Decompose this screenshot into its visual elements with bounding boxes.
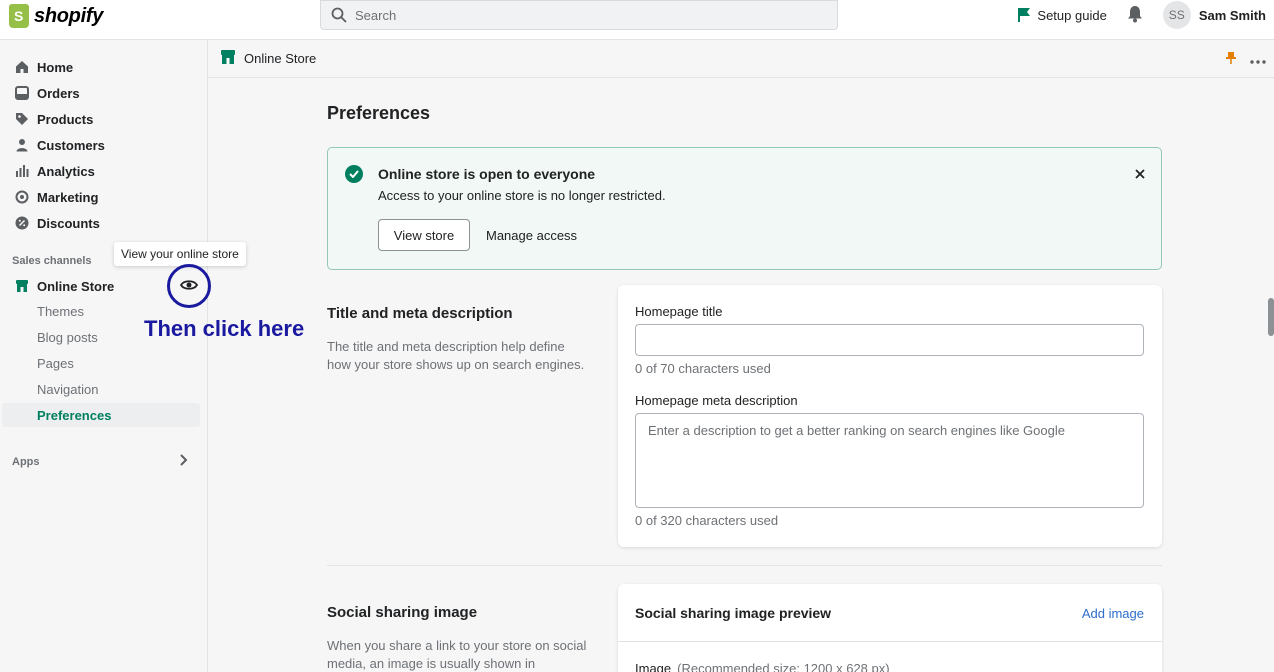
logo-text: shopify xyxy=(34,4,104,27)
meta-description-help: 0 of 320 characters used xyxy=(635,513,779,528)
sidebar-item-orders[interactable]: Orders xyxy=(0,80,200,106)
meta-section-description: The title and meta description help defi… xyxy=(327,339,585,372)
social-preview-title: Social sharing image preview xyxy=(635,605,832,621)
more-options-icon[interactable] xyxy=(1250,52,1266,67)
social-preview-card: Social sharing image preview Add image I… xyxy=(618,584,1162,672)
bar-chart-icon xyxy=(14,163,30,179)
social-section-title: Social sharing image xyxy=(327,604,478,621)
sidebar-item-label: Marketing xyxy=(37,189,99,205)
banner-message: Access to your online store is no longer… xyxy=(378,188,666,203)
user-name[interactable]: Sam Smith xyxy=(1199,8,1266,23)
scrollbar-handle[interactable] xyxy=(1268,298,1274,336)
sidebar-item-navigation[interactable]: Navigation xyxy=(0,377,200,401)
manage-access-button[interactable]: Manage access xyxy=(486,219,577,251)
meta-card: Homepage title 0 of 70 characters used H… xyxy=(618,285,1162,547)
search-input[interactable]: Search xyxy=(320,0,838,30)
sidebar-item-label: Online Store xyxy=(37,278,115,294)
notifications-button[interactable] xyxy=(1127,5,1143,26)
discount-icon xyxy=(14,215,30,231)
pin-icon[interactable] xyxy=(1226,51,1236,68)
home-icon xyxy=(14,59,30,75)
sidebar-item-label: Orders xyxy=(37,85,80,101)
close-icon[interactable] xyxy=(1135,166,1145,184)
social-section-description: When you share a link to your store on s… xyxy=(327,638,587,671)
meta-description-label: Homepage meta description xyxy=(635,393,798,408)
orders-icon xyxy=(14,85,30,101)
search-icon xyxy=(331,7,347,23)
sidebar-item-customers[interactable]: Customers xyxy=(0,132,200,158)
page-header-title: Online Store xyxy=(244,51,317,66)
checkmark-icon xyxy=(345,165,363,183)
tag-icon xyxy=(14,111,30,127)
meta-section-title: Title and meta description xyxy=(327,305,513,322)
sidebar-item-marketing[interactable]: Marketing xyxy=(0,184,200,210)
sales-channels-label: Sales channels xyxy=(12,255,92,267)
banner-title: Online store is open to everyone xyxy=(378,166,596,182)
sidebar-item-preferences[interactable]: Preferences xyxy=(2,403,200,427)
meta-description-placeholder: Enter a description to get a better rank… xyxy=(648,423,1065,438)
apps-label: Apps xyxy=(12,456,40,468)
success-banner: Online store is open to everyone Access … xyxy=(327,147,1162,270)
chevron-right-icon[interactable] xyxy=(178,453,190,470)
meta-description-field[interactable]: Enter a description to get a better rank… xyxy=(635,413,1144,508)
person-icon xyxy=(14,137,30,153)
page-header-bar: Online Store xyxy=(208,40,1274,78)
section-divider xyxy=(327,565,1162,566)
sidebar-item-label: Products xyxy=(37,111,94,127)
sidebar-item-label: Customers xyxy=(37,137,105,153)
sidebar-item-products[interactable]: Products xyxy=(0,106,200,132)
setup-guide-label: Setup guide xyxy=(1037,7,1107,23)
page-title: Preferences xyxy=(327,103,431,123)
homepage-title-label: Homepage title xyxy=(635,304,723,319)
eye-icon[interactable] xyxy=(179,279,199,294)
card-divider xyxy=(618,641,1162,642)
annotation-circle xyxy=(167,264,211,308)
shopify-logo[interactable]: shopify xyxy=(9,4,103,28)
shopify-bag-icon xyxy=(9,4,29,28)
annotation-text: Then click here xyxy=(144,316,305,341)
image-recommended-size: (Recommended size: 1200 x 628 px) xyxy=(677,661,890,672)
add-image-link[interactable]: Add image xyxy=(1082,606,1144,621)
store-icon xyxy=(220,49,236,68)
top-bar: shopify Search Setup guide SS Sam Smith xyxy=(0,0,1274,40)
avatar[interactable]: SS xyxy=(1162,1,1191,29)
image-label: Image xyxy=(635,661,672,672)
search-placeholder: Search xyxy=(355,7,397,23)
sidebar-item-discounts[interactable]: Discounts xyxy=(0,210,200,236)
sidebar-item-label: Discounts xyxy=(37,215,100,231)
homepage-title-help: 0 of 70 characters used xyxy=(635,361,771,376)
homepage-title-field[interactable] xyxy=(635,324,1144,356)
sidebar-item-label: Analytics xyxy=(37,163,95,179)
sidebar: Home Orders Products Customers Analytics… xyxy=(0,40,208,672)
bell-icon xyxy=(1127,5,1142,22)
setup-guide-button[interactable]: Setup guide xyxy=(1017,7,1107,23)
sidebar-item-label: Home xyxy=(37,59,74,75)
store-icon xyxy=(14,278,30,294)
view-store-tooltip: View your online store xyxy=(114,242,246,266)
sidebar-item-home[interactable]: Home xyxy=(0,54,200,80)
view-store-button[interactable]: View store xyxy=(378,219,470,251)
flag-icon xyxy=(1018,8,1031,22)
sidebar-item-pages[interactable]: Pages xyxy=(0,351,200,375)
sidebar-item-analytics[interactable]: Analytics xyxy=(0,158,200,184)
image-label-row: Image (Recommended size: 1200 x 628 px) xyxy=(635,661,890,672)
top-right-controls: Setup guide SS Sam Smith xyxy=(1017,0,1274,30)
target-icon xyxy=(14,189,30,205)
